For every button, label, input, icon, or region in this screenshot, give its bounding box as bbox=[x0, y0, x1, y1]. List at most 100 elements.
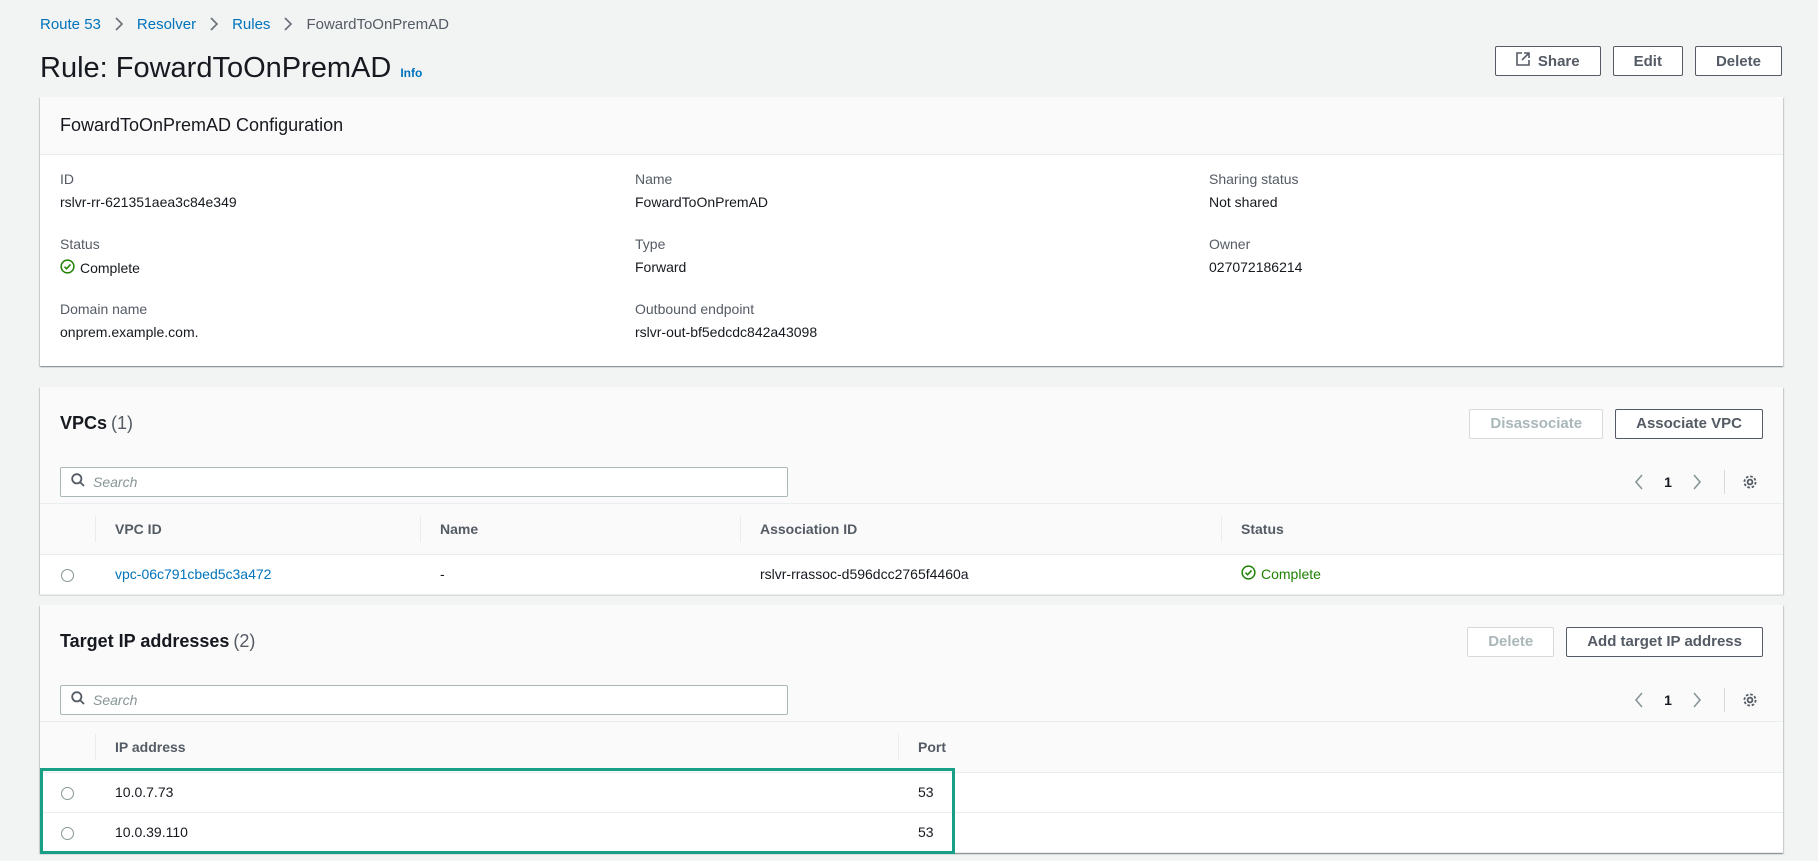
vpcs-search bbox=[60, 467, 788, 497]
chevron-left-icon[interactable] bbox=[1624, 685, 1654, 715]
vpcs-filter-row: 1 bbox=[40, 460, 1783, 504]
delete-target-button[interactable]: Delete bbox=[1467, 626, 1555, 657]
radio-button[interactable] bbox=[61, 786, 74, 800]
target-ip-pagination: 1 bbox=[1624, 685, 1763, 715]
target-ip-title: Target IP addresses (2) bbox=[60, 631, 256, 651]
status-label: Status bbox=[60, 236, 100, 252]
owner-label: Owner bbox=[1209, 236, 1251, 252]
sharing-status-field: Sharing status Not shared bbox=[1209, 171, 1299, 210]
target-ip-panel: Target IP addresses (2) Delete Add target… bbox=[40, 605, 1783, 853]
check-circle-icon bbox=[60, 259, 75, 277]
gear-icon[interactable] bbox=[1737, 467, 1763, 497]
chevron-right-icon[interactable] bbox=[1682, 685, 1712, 715]
vpcs-current-page[interactable]: 1 bbox=[1654, 474, 1682, 490]
vpcs-actions: Disassociate Associate VPC bbox=[1469, 408, 1763, 439]
chevron-right-icon[interactable] bbox=[1682, 467, 1712, 497]
breadcrumb: Route 53 Resolver Rules FowardToOnPremAD bbox=[40, 12, 449, 36]
table-row[interactable]: 10.0.39.110 53 bbox=[40, 812, 1783, 853]
select-column-header bbox=[40, 722, 95, 773]
row-select[interactable] bbox=[40, 554, 95, 595]
owner-value: 027072186214 bbox=[1209, 259, 1303, 275]
disassociate-button[interactable]: Disassociate bbox=[1469, 408, 1604, 439]
vpc-id-link[interactable]: vpc-06c791cbed5c3a472 bbox=[115, 566, 271, 582]
target-ip-search-input[interactable] bbox=[93, 692, 733, 708]
name-field: Name FowardToOnPremAD bbox=[635, 171, 768, 210]
add-target-ip-button[interactable]: Add target IP address bbox=[1566, 626, 1763, 657]
table-row[interactable]: 10.0.7.73 53 bbox=[40, 772, 1783, 813]
info-link[interactable]: Info bbox=[400, 66, 422, 80]
vpcs-table: VPC ID Name Association ID Status vpc-06… bbox=[40, 504, 1783, 595]
id-value: rslvr-rr-621351aea3c84e349 bbox=[60, 194, 237, 210]
share-button-label: Share bbox=[1537, 52, 1580, 70]
check-circle-icon bbox=[1241, 565, 1256, 583]
share-button[interactable]: Share bbox=[1494, 46, 1601, 76]
breadcrumb-route53[interactable]: Route 53 bbox=[40, 16, 101, 33]
chevron-right-icon bbox=[283, 17, 293, 31]
status-value: Complete bbox=[60, 259, 140, 277]
target-ip-table: IP address Port 10.0.7.73 53 10.0.39.110… bbox=[40, 722, 1783, 853]
breadcrumb-resolver[interactable]: Resolver bbox=[137, 16, 196, 33]
chevron-right-icon bbox=[209, 17, 219, 31]
pager-divider bbox=[1724, 470, 1725, 494]
target-ip-count: (2) bbox=[233, 631, 256, 651]
name-value: FowardToOnPremAD bbox=[635, 194, 769, 210]
port: 53 bbox=[898, 812, 1783, 853]
vpcs-panel: VPCs(1) Disassociate Associate VPC 1 bbox=[40, 387, 1783, 595]
table-row[interactable]: vpc-06c791cbed5c3a472 - rslvr-rrassoc-d5… bbox=[40, 554, 1783, 595]
vpcs-search-input[interactable] bbox=[93, 474, 733, 490]
configuration-panel: FowardToOnPremAD Configuration ID rslvr-… bbox=[40, 97, 1783, 366]
port: 53 bbox=[898, 772, 1783, 813]
row-select[interactable] bbox=[40, 812, 95, 853]
column-name: Name bbox=[420, 504, 740, 555]
breadcrumb-current: FowardToOnPremAD bbox=[306, 15, 449, 33]
column-vpc-id: VPC ID bbox=[95, 504, 420, 555]
sharing-status-value: Not shared bbox=[1209, 194, 1278, 210]
search-icon bbox=[71, 472, 85, 492]
chevron-right-icon bbox=[114, 17, 124, 31]
column-ip-address: IP address bbox=[95, 722, 898, 773]
target-ip-actions: Delete Add target IP address bbox=[1467, 626, 1763, 657]
target-ip-header: Target IP addresses (2) Delete Add target… bbox=[40, 605, 1783, 678]
association-id: rslvr-rrassoc-d596dcc2765f4460a bbox=[740, 554, 1221, 595]
outbound-endpoint-label: Outbound endpoint bbox=[635, 301, 755, 317]
header-actions: Share Edit Delete bbox=[1494, 46, 1782, 76]
configuration-details: ID rslvr-rr-621351aea3c84e349 Name Fowar… bbox=[40, 155, 1783, 365]
row-select[interactable] bbox=[40, 772, 95, 813]
page-header: Rule: FowardToOnPremAD Info bbox=[40, 52, 422, 88]
id-field: ID rslvr-rr-621351aea3c84e349 bbox=[60, 171, 237, 210]
column-port: Port bbox=[898, 722, 1783, 773]
status-field: Status Complete bbox=[60, 236, 140, 277]
target-ip-filter-row: 1 bbox=[40, 678, 1783, 722]
configuration-title: FowardToOnPremAD Configuration bbox=[60, 115, 344, 135]
configuration-header: FowardToOnPremAD Configuration bbox=[40, 97, 1783, 155]
vpcs-header: VPCs (1) Disassociate Associate VPC bbox=[40, 387, 1783, 460]
vpcs-count: (1) bbox=[111, 413, 134, 433]
edit-button[interactable]: Edit bbox=[1612, 46, 1683, 76]
external-link-icon bbox=[1516, 52, 1530, 70]
gear-icon[interactable] bbox=[1737, 685, 1763, 715]
breadcrumb-rules[interactable]: Rules bbox=[232, 16, 270, 33]
outbound-endpoint-value: rslvr-out-bf5edcdc842a43098 bbox=[635, 324, 818, 340]
ip-address: 10.0.39.110 bbox=[95, 812, 898, 853]
page-title: Rule: FowardToOnPremAD bbox=[40, 52, 392, 84]
associate-vpc-button[interactable]: Associate VPC bbox=[1615, 408, 1763, 439]
column-association-id: Association ID bbox=[740, 504, 1221, 555]
target-ip-search bbox=[60, 685, 788, 715]
search-icon bbox=[71, 690, 85, 710]
owner-field: Owner 027072186214 bbox=[1209, 236, 1302, 275]
domain-name-value: onprem.example.com. bbox=[60, 324, 199, 340]
chevron-left-icon[interactable] bbox=[1624, 467, 1654, 497]
delete-button[interactable]: Delete bbox=[1694, 46, 1782, 76]
name-label: Name bbox=[635, 171, 673, 187]
radio-button[interactable] bbox=[61, 826, 74, 840]
sharing-status-label: Sharing status bbox=[1209, 171, 1299, 187]
radio-button[interactable] bbox=[61, 568, 74, 582]
type-label: Type bbox=[635, 236, 666, 252]
type-field: Type Forward bbox=[635, 236, 686, 275]
pager-divider bbox=[1724, 688, 1725, 712]
outbound-endpoint-field: Outbound endpoint rslvr-out-bf5edcdc842a… bbox=[635, 301, 817, 340]
vpcs-pagination: 1 bbox=[1624, 467, 1763, 497]
domain-name-field: Domain name onprem.example.com. bbox=[60, 301, 199, 340]
target-ip-current-page[interactable]: 1 bbox=[1654, 692, 1682, 708]
vpc-name: - bbox=[420, 554, 740, 595]
